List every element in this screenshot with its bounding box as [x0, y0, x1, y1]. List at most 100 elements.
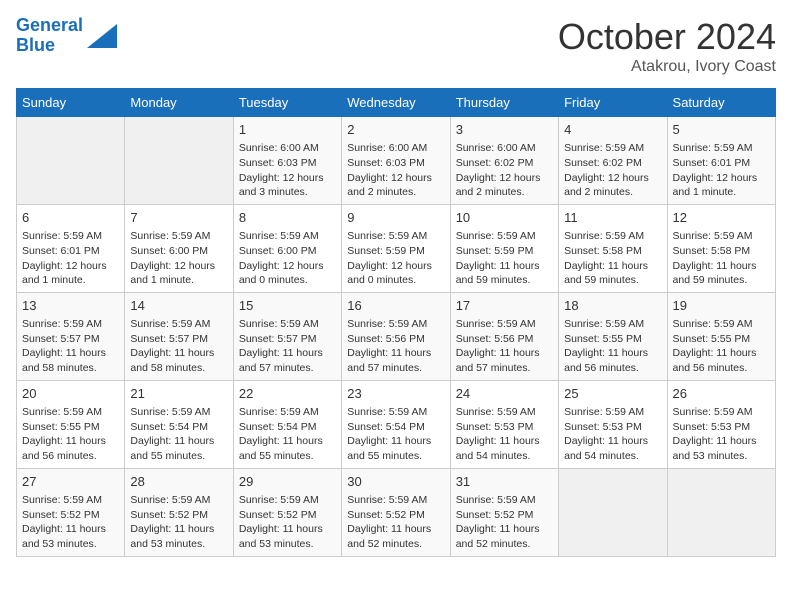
header-day-wednesday: Wednesday [342, 89, 450, 117]
calendar-cell: 21Sunrise: 5:59 AMSunset: 5:54 PMDayligh… [125, 380, 233, 468]
cell-info-line: Sunrise: 5:59 AM [22, 405, 119, 420]
day-number: 13 [22, 297, 119, 315]
cell-info-line: Daylight: 11 hours and 53 minutes. [673, 434, 770, 463]
calendar-header: SundayMondayTuesdayWednesdayThursdayFrid… [17, 89, 776, 117]
calendar-cell: 28Sunrise: 5:59 AMSunset: 5:52 PMDayligh… [125, 468, 233, 556]
month-title: October 2024 [558, 16, 776, 58]
calendar-cell: 26Sunrise: 5:59 AMSunset: 5:53 PMDayligh… [667, 380, 775, 468]
calendar-cell: 23Sunrise: 5:59 AMSunset: 5:54 PMDayligh… [342, 380, 450, 468]
cell-info-line: Sunrise: 5:59 AM [347, 317, 444, 332]
cell-info-line: Daylight: 12 hours and 1 minute. [22, 259, 119, 288]
logo-line1: General [16, 15, 83, 35]
week-row-2: 6Sunrise: 5:59 AMSunset: 6:01 PMDaylight… [17, 204, 776, 292]
cell-info-line: Sunrise: 5:59 AM [22, 317, 119, 332]
cell-info-line: Sunset: 5:54 PM [130, 420, 227, 435]
cell-info-line: Sunset: 6:01 PM [22, 244, 119, 259]
cell-info-line: Sunset: 5:56 PM [347, 332, 444, 347]
cell-info-line: Daylight: 11 hours and 56 minutes. [22, 434, 119, 463]
calendar-cell: 2Sunrise: 6:00 AMSunset: 6:03 PMDaylight… [342, 117, 450, 205]
cell-info-line: Sunset: 5:54 PM [347, 420, 444, 435]
cell-info-line: Daylight: 11 hours and 52 minutes. [456, 522, 553, 551]
logo: General Blue [16, 16, 117, 56]
cell-info-line: Sunset: 6:03 PM [347, 156, 444, 171]
cell-info-line: Sunset: 5:52 PM [239, 508, 336, 523]
day-number: 8 [239, 209, 336, 227]
day-number: 12 [673, 209, 770, 227]
calendar-cell: 25Sunrise: 5:59 AMSunset: 5:53 PMDayligh… [559, 380, 667, 468]
cell-info-line: Sunrise: 5:59 AM [673, 229, 770, 244]
calendar-cell [125, 117, 233, 205]
week-row-1: 1Sunrise: 6:00 AMSunset: 6:03 PMDaylight… [17, 117, 776, 205]
logo-text: General Blue [16, 16, 83, 56]
cell-info-line: Sunset: 5:52 PM [130, 508, 227, 523]
cell-info-line: Sunset: 5:57 PM [22, 332, 119, 347]
header-row: SundayMondayTuesdayWednesdayThursdayFrid… [17, 89, 776, 117]
cell-info-line: Sunrise: 5:59 AM [564, 229, 661, 244]
cell-info-line: Sunrise: 5:59 AM [239, 405, 336, 420]
cell-info-line: Daylight: 11 hours and 59 minutes. [673, 259, 770, 288]
calendar-cell: 18Sunrise: 5:59 AMSunset: 5:55 PMDayligh… [559, 292, 667, 380]
cell-info-line: Sunset: 5:59 PM [456, 244, 553, 259]
cell-info-line: Sunrise: 5:59 AM [347, 493, 444, 508]
cell-info-line: Daylight: 11 hours and 53 minutes. [239, 522, 336, 551]
cell-info-line: Sunrise: 5:59 AM [564, 405, 661, 420]
calendar-cell: 15Sunrise: 5:59 AMSunset: 5:57 PMDayligh… [233, 292, 341, 380]
cell-info-line: Daylight: 11 hours and 58 minutes. [130, 346, 227, 375]
day-number: 2 [347, 121, 444, 139]
cell-info-line: Sunset: 6:02 PM [456, 156, 553, 171]
cell-info-line: Daylight: 11 hours and 56 minutes. [564, 346, 661, 375]
cell-info-line: Daylight: 12 hours and 0 minutes. [239, 259, 336, 288]
calendar-cell: 3Sunrise: 6:00 AMSunset: 6:02 PMDaylight… [450, 117, 558, 205]
day-number: 5 [673, 121, 770, 139]
day-number: 15 [239, 297, 336, 315]
cell-info-line: Daylight: 11 hours and 53 minutes. [22, 522, 119, 551]
day-number: 30 [347, 473, 444, 491]
cell-info-line: Sunset: 5:52 PM [347, 508, 444, 523]
cell-info-line: Sunset: 6:00 PM [239, 244, 336, 259]
cell-info-line: Sunset: 5:59 PM [347, 244, 444, 259]
cell-info-line: Sunset: 5:55 PM [673, 332, 770, 347]
cell-info-line: Daylight: 12 hours and 2 minutes. [456, 171, 553, 200]
week-row-5: 27Sunrise: 5:59 AMSunset: 5:52 PMDayligh… [17, 468, 776, 556]
day-number: 29 [239, 473, 336, 491]
day-number: 24 [456, 385, 553, 403]
calendar-cell: 20Sunrise: 5:59 AMSunset: 5:55 PMDayligh… [17, 380, 125, 468]
cell-info-line: Sunset: 6:03 PM [239, 156, 336, 171]
cell-info-line: Daylight: 11 hours and 57 minutes. [456, 346, 553, 375]
calendar-cell: 16Sunrise: 5:59 AMSunset: 5:56 PMDayligh… [342, 292, 450, 380]
day-number: 17 [456, 297, 553, 315]
day-number: 28 [130, 473, 227, 491]
cell-info-line: Daylight: 11 hours and 59 minutes. [564, 259, 661, 288]
cell-info-line: Sunset: 5:53 PM [564, 420, 661, 435]
cell-info-line: Sunrise: 5:59 AM [564, 317, 661, 332]
cell-info-line: Sunset: 5:54 PM [239, 420, 336, 435]
calendar-table: SundayMondayTuesdayWednesdayThursdayFrid… [16, 88, 776, 557]
day-number: 3 [456, 121, 553, 139]
cell-info-line: Sunrise: 5:59 AM [239, 229, 336, 244]
location-title: Atakrou, Ivory Coast [558, 58, 776, 76]
day-number: 23 [347, 385, 444, 403]
calendar-cell: 9Sunrise: 5:59 AMSunset: 5:59 PMDaylight… [342, 204, 450, 292]
day-number: 21 [130, 385, 227, 403]
header-day-saturday: Saturday [667, 89, 775, 117]
cell-info-line: Sunrise: 5:59 AM [673, 317, 770, 332]
cell-info-line: Daylight: 11 hours and 54 minutes. [564, 434, 661, 463]
calendar-cell [667, 468, 775, 556]
header-day-friday: Friday [559, 89, 667, 117]
day-number: 9 [347, 209, 444, 227]
cell-info-line: Sunrise: 5:59 AM [130, 317, 227, 332]
cell-info-line: Daylight: 11 hours and 55 minutes. [239, 434, 336, 463]
week-row-4: 20Sunrise: 5:59 AMSunset: 5:55 PMDayligh… [17, 380, 776, 468]
cell-info-line: Sunrise: 5:59 AM [456, 229, 553, 244]
cell-info-line: Sunset: 6:01 PM [673, 156, 770, 171]
logo-icon [87, 24, 117, 48]
cell-info-line: Daylight: 12 hours and 2 minutes. [564, 171, 661, 200]
cell-info-line: Sunrise: 5:59 AM [456, 317, 553, 332]
day-number: 6 [22, 209, 119, 227]
header-day-monday: Monday [125, 89, 233, 117]
cell-info-line: Daylight: 11 hours and 58 minutes. [22, 346, 119, 375]
cell-info-line: Sunset: 5:53 PM [456, 420, 553, 435]
cell-info-line: Daylight: 12 hours and 1 minute. [130, 259, 227, 288]
cell-info-line: Sunset: 5:52 PM [22, 508, 119, 523]
cell-info-line: Sunrise: 5:59 AM [673, 405, 770, 420]
